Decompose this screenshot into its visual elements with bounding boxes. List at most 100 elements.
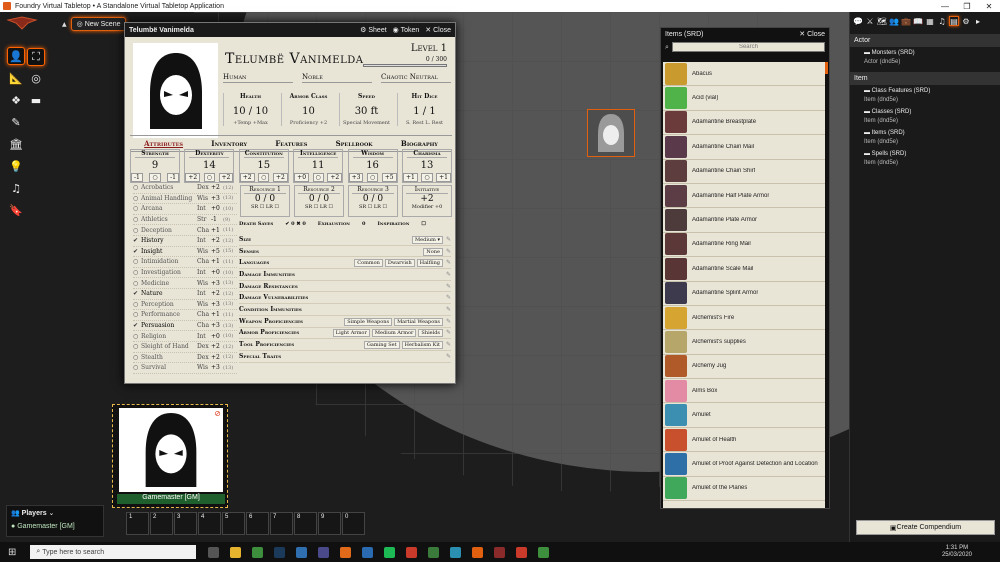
ability-score[interactable]: 14 <box>185 160 233 171</box>
ability-save[interactable]: +2 <box>218 173 234 182</box>
skill-row[interactable]: ○ Stealth Dex +2 (12) <box>133 353 237 364</box>
items-search-input[interactable] <box>671 42 825 52</box>
edit-icon[interactable]: ✎ <box>443 306 451 313</box>
combat-tab-icon[interactable]: ⚔ <box>865 16 875 26</box>
hit-dice-attribute[interactable]: Hit Dice 1 / 1 S. Rest L. Rest <box>397 93 451 126</box>
skill-proficiency-icon[interactable]: ○ <box>133 184 141 191</box>
macro-slot[interactable]: 4 <box>198 512 221 535</box>
macro-slot[interactable]: 6 <box>246 512 269 535</box>
skill-row[interactable]: ○ Religion Int +0 (10) <box>133 331 237 342</box>
health-attribute[interactable]: Health 10 / 10 +Temp +Max <box>223 93 277 126</box>
ability-score[interactable]: 9 <box>131 160 179 171</box>
skill-row[interactable]: ○ Performance Cha +1 (11) <box>133 310 237 321</box>
select-tool-icon[interactable]: ⛶ <box>27 47 45 66</box>
app-4-icon[interactable] <box>494 546 506 558</box>
token-config-button[interactable]: ◉ Token <box>393 26 420 34</box>
resource-value[interactable]: +2 <box>403 194 451 204</box>
item-entry[interactable]: Adamantine Scale Mail <box>663 257 825 282</box>
edit-icon[interactable]: ✎ <box>443 271 451 278</box>
item-entry[interactable]: Amulet <box>663 403 825 428</box>
ability-save[interactable]: +5 <box>381 173 397 182</box>
mail-icon[interactable] <box>296 546 308 558</box>
skill-row[interactable]: ✔ Nature Int +2 (12) <box>133 289 237 300</box>
edit-icon[interactable]: ✎ <box>443 318 451 325</box>
close-button[interactable]: ✕ <box>978 2 1000 11</box>
save-proficiency-toggle[interactable]: ○ <box>421 173 433 182</box>
ability-strength[interactable]: Strength 9 -1 ○ -1 <box>130 149 180 183</box>
compendium-pack[interactable]: ▬ Items (SRD) Item (dnd5e) <box>850 127 1000 148</box>
resource-4[interactable]: Initiative +2 Modifier +0 <box>402 185 452 217</box>
speed-attribute[interactable]: Speed 30 ft Special Movement <box>339 93 393 126</box>
item-entry[interactable]: Amulet of Health <box>663 428 825 453</box>
ability-save[interactable]: +2 <box>327 173 343 182</box>
skill-proficiency-icon[interactable]: ○ <box>133 195 141 202</box>
resource-value[interactable]: 0 / 0 <box>295 194 343 204</box>
death-saves-label[interactable]: Death Saves <box>239 221 273 227</box>
tiles-icon[interactable]: ❖ <box>7 92 25 110</box>
experience-value[interactable]: 0 / 300 <box>363 56 447 63</box>
ability-modifier[interactable]: +2 <box>239 173 255 182</box>
chrome-3-icon[interactable] <box>516 546 528 558</box>
skill-proficiency-icon[interactable]: ○ <box>133 333 141 340</box>
skill-proficiency-icon[interactable]: ○ <box>133 354 141 361</box>
alignment-field[interactable]: Chaotic Neutral <box>381 73 451 83</box>
actors-tab-icon[interactable]: 👥 <box>889 16 899 26</box>
ability-constitution[interactable]: Constitution 15 +2 ○ +2 <box>238 149 289 183</box>
edit-icon[interactable]: ✎ <box>443 248 451 255</box>
tables-tab-icon[interactable]: ▦ <box>925 16 935 26</box>
minimize-button[interactable]: — <box>934 2 956 11</box>
character-portrait[interactable] <box>133 43 218 138</box>
tab-inventory[interactable]: Inventory <box>211 139 247 148</box>
maximize-button[interactable]: ❐ <box>956 2 978 11</box>
item-entry[interactable]: Adamantine Ring Mail <box>663 233 825 258</box>
items-header[interactable]: Items (SRD) ✕ Close <box>661 28 829 40</box>
create-compendium-button[interactable]: ▣ Create Compendium <box>856 520 995 535</box>
tab-attributes[interactable]: Attributes <box>144 139 183 148</box>
camera-off-icon[interactable]: ⊘ <box>214 409 221 418</box>
item-entry[interactable]: Adamantine Chain Shirt <box>663 160 825 184</box>
skill-row[interactable]: ○ Intimidation Cha +1 (11) <box>133 257 237 268</box>
app-icon[interactable] <box>318 546 330 558</box>
edit-icon[interactable]: ✎ <box>443 353 451 360</box>
spotify-icon[interactable] <box>384 546 396 558</box>
skill-row[interactable]: ○ Perception Wis +3 (13) <box>133 300 237 311</box>
skill-row[interactable]: ✔ Persuasion Cha +3 (13) <box>133 321 237 332</box>
ability-modifier[interactable]: +0 <box>294 173 310 182</box>
item-entry[interactable]: Alchemist's supplies <box>663 330 825 355</box>
lighting-icon[interactable]: 💡 <box>7 158 25 176</box>
ability-modifier[interactable]: -1 <box>131 173 143 182</box>
item-entry[interactable]: Alchemist's Fire <box>663 306 825 331</box>
resource-1[interactable]: Resource 10 / 0 SR ☐ LR ☐ <box>240 185 290 217</box>
chrome-icon[interactable] <box>252 546 264 558</box>
ability-dexterity[interactable]: Dexterity 14 +2 ○ +2 <box>184 149 235 183</box>
chat-tab-icon[interactable]: 💬 <box>853 16 863 26</box>
macro-slot[interactable]: 2 <box>150 512 173 535</box>
item-entry[interactable]: Alms Box <box>663 379 825 404</box>
item-entry[interactable]: Adamantine Splint Armor <box>663 282 825 306</box>
macro-slot[interactable]: 9 <box>318 512 341 535</box>
skill-row[interactable]: ○ Deception Cha +1 (11) <box>133 225 237 236</box>
items-close-button[interactable]: ✕ Close <box>799 30 825 38</box>
save-proficiency-toggle[interactable]: ○ <box>366 173 379 182</box>
notes-icon[interactable]: 🔖 <box>7 202 25 220</box>
character-token[interactable] <box>587 109 635 157</box>
compendium-pack[interactable]: ▬ Classes (SRD) Item (dnd5e) <box>850 106 1000 127</box>
app-2-icon[interactable] <box>428 546 440 558</box>
exhaustion-value[interactable]: 0 <box>362 221 365 227</box>
steam-icon[interactable] <box>274 546 286 558</box>
sounds-icon[interactable]: ♫ <box>7 180 25 198</box>
ability-score[interactable]: 15 <box>240 160 288 171</box>
edit-icon[interactable]: ✎ <box>443 236 451 243</box>
item-entry[interactable]: Acid (vial) <box>663 86 825 111</box>
token-controls-icon[interactable]: 👤 <box>7 47 25 65</box>
walls-icon[interactable]: 🏛 <box>7 136 25 154</box>
foundry-logo-icon[interactable] <box>6 16 38 30</box>
edit-icon[interactable]: ✎ <box>443 294 451 301</box>
playlists-tab-icon[interactable]: ♫ <box>937 16 947 26</box>
skill-proficiency-icon[interactable]: ✔ <box>133 248 141 255</box>
character-name[interactable]: Telumbë Vanimelda <box>225 51 363 67</box>
skill-proficiency-icon[interactable]: ○ <box>133 205 141 212</box>
windows-start-icon[interactable]: ⊞ <box>8 547 16 558</box>
skill-proficiency-icon[interactable]: ○ <box>133 364 141 371</box>
resource-value[interactable]: 0 / 0 <box>349 194 397 204</box>
